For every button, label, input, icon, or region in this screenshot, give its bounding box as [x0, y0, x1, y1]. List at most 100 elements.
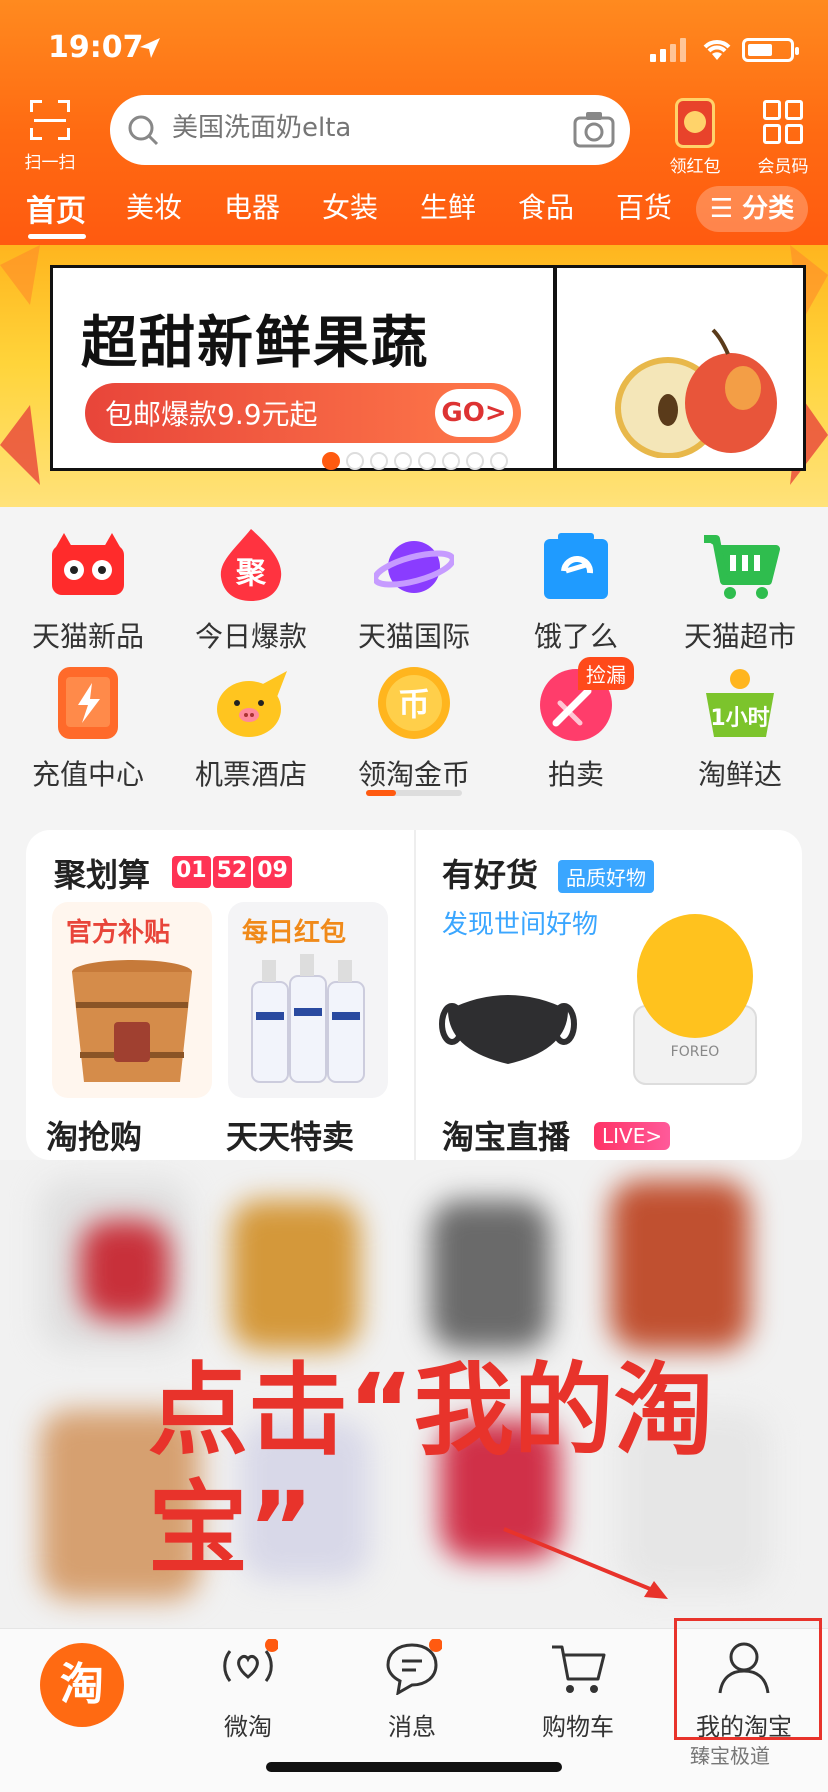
pagination-dot [466, 452, 484, 470]
shortcut-scroll-indicator [366, 790, 462, 796]
annotation-instruction: 点击“我的淘宝” [148, 1352, 714, 1587]
search-bar[interactable] [110, 95, 630, 165]
taoqianggou-title[interactable]: 淘抢购 [46, 1112, 142, 1158]
search-icon [128, 115, 159, 146]
active-tab-indicator [28, 234, 86, 239]
wooden-tub-image [72, 960, 192, 1082]
taobao-live-title[interactable]: 淘宝直播 [442, 1112, 570, 1158]
shortcut-label: 充值中心 [31, 758, 144, 791]
flame-ju-icon: 聚 [220, 529, 282, 601]
shortcut-label: 饿了么 [533, 620, 618, 653]
shortcut-tmall-supermarket[interactable]: 天猫超市 [670, 525, 810, 655]
tab-home[interactable]: 首页 [26, 186, 86, 230]
banner-promo-pill: 包邮爆款9.9元起 GO> [85, 383, 521, 443]
message-bubble-icon [386, 1638, 443, 1696]
annotation-arrow-icon [503, 1527, 668, 1599]
pagination-dot [394, 452, 412, 470]
shortcut-label: 今日爆款 [194, 620, 307, 653]
tab-food[interactable]: 食品 [518, 186, 574, 226]
live-badge[interactable]: LIVE> [594, 1122, 671, 1150]
shortcut-flight-hotel[interactable]: 机票酒店 [181, 663, 321, 793]
tab-appliances[interactable]: 电器 [224, 186, 280, 226]
search-input[interactable] [172, 113, 552, 143]
shortcut-label: 天猫国际 [357, 620, 470, 653]
tab-beauty[interactable]: 美妆 [126, 186, 182, 226]
svg-text:1小时: 1小时 [710, 706, 769, 731]
nav-weitao[interactable]: 微淘 [168, 1629, 328, 1749]
tiantiantemai-title[interactable]: 天天特卖 [226, 1112, 354, 1158]
scan-label: 扫一扫 [24, 153, 76, 173]
foreo-cleanser-image[interactable]: FOREO [630, 906, 760, 1086]
scan-button[interactable]: 扫一扫 [20, 100, 80, 173]
promo-cards: 聚划算 01 52 09 官方补贴 每日红包 有好货 品质好物 发现世间好物 F… [26, 830, 802, 1160]
category-button[interactable]: ☰ 分类 [696, 186, 808, 232]
shortcut-eleme[interactable]: 饿了么 [506, 525, 646, 655]
red-packet-label: 领红包 [669, 157, 721, 177]
nav-label: 消息 [388, 1713, 436, 1741]
shortcut-tmall-global[interactable]: 天猫国际 [344, 525, 484, 655]
nav-messages[interactable]: 消息 [332, 1629, 492, 1749]
blurred-product [80, 1220, 170, 1320]
red-packet-icon [675, 98, 715, 148]
banner-title: 超甜新鲜果蔬 [81, 311, 429, 376]
blurred-product [430, 1200, 550, 1350]
banner-card[interactable]: 超甜新鲜果蔬 包邮爆款9.9元起 GO> [50, 265, 806, 471]
wifi-icon [703, 40, 731, 60]
shortcut-label: 拍卖 [547, 758, 604, 791]
nav-label: 购物车 [542, 1713, 614, 1741]
tab-fresh[interactable]: 生鲜 [420, 186, 476, 226]
watermark: 臻宝极道 [690, 1744, 770, 1768]
member-code-button[interactable]: 会员码 [750, 100, 816, 177]
shortcut-gold-coins[interactable]: 币 领淘金币 [344, 663, 484, 793]
battery-icon [742, 38, 799, 62]
face-mask-image[interactable] [438, 980, 578, 1070]
camera-icon[interactable] [572, 109, 616, 149]
pagination-dot [442, 452, 460, 470]
svg-text:聚: 聚 [235, 556, 267, 591]
svg-text:币: 币 [398, 685, 430, 723]
timer-minutes: 52 [212, 856, 252, 888]
juhuasuan-title[interactable]: 聚划算 [54, 850, 150, 896]
cleanser-bottles-image [251, 954, 365, 1083]
youhaohuo-title[interactable]: 有好货 [442, 850, 538, 896]
shortcut-label: 淘鲜达 [697, 758, 782, 791]
timer-hours: 01 [172, 856, 211, 888]
daily-red-packet-card[interactable]: 每日红包 [228, 902, 388, 1098]
taobao-home-logo[interactable]: 淘 [40, 1643, 124, 1727]
shortcut-today-hot[interactable]: 聚 今日爆款 [181, 525, 321, 655]
shopping-cart-icon [704, 535, 780, 599]
member-code-icon [763, 100, 803, 144]
shortcut-tmall-new[interactable]: 天猫新品 [18, 525, 158, 655]
tab-general-goods[interactable]: 百货 [616, 186, 672, 226]
official-subsidy-label: 官方补贴 [66, 918, 171, 948]
weitao-heart-signal-icon [223, 1638, 279, 1682]
shortcut-auction[interactable]: 捡漏 拍卖 [506, 657, 646, 793]
official-subsidy-card[interactable]: 官方补贴 [52, 902, 212, 1098]
header: 19:07 扫一扫 美国洗面奶elta 领红包 会员码 首页 美妆 电器 女装 … [0, 0, 828, 245]
nav-label: 微淘 [224, 1713, 272, 1741]
nav-cart[interactable]: 购物车 [498, 1629, 658, 1749]
shortcut-label: 领淘金币 [357, 758, 470, 791]
quality-goods-badge: 品质好物 [558, 860, 654, 893]
status-time: 19:07 [48, 30, 144, 65]
home-indicator[interactable] [266, 1762, 562, 1772]
shopping-cart-icon [552, 1645, 606, 1693]
status-bar: 19:07 [0, 0, 828, 90]
eleme-bag-icon [544, 533, 608, 599]
my-taobao-highlight [674, 1618, 822, 1740]
banner-go-button[interactable]: GO> [435, 389, 513, 437]
shortcut-label: 天猫新品 [31, 620, 144, 653]
member-code-label: 会员码 [757, 157, 809, 177]
banner-subtitle: 包邮爆款9.9元起 [105, 398, 318, 431]
bargain-badge: 捡漏 [578, 657, 634, 690]
shortcut-taoxianda[interactable]: 1小时 淘鲜达 [670, 663, 810, 793]
phone-charge-icon [58, 667, 118, 739]
pear-image [615, 328, 777, 458]
banner-divider [553, 268, 557, 468]
flying-pig-icon [217, 671, 287, 737]
red-packet-button[interactable]: 领红包 [664, 98, 726, 177]
tab-women-clothing[interactable]: 女装 [322, 186, 378, 226]
shortcut-recharge[interactable]: 充值中心 [18, 663, 158, 793]
daily-red-packet-label: 每日红包 [242, 918, 347, 948]
pagination-dot [370, 452, 388, 470]
